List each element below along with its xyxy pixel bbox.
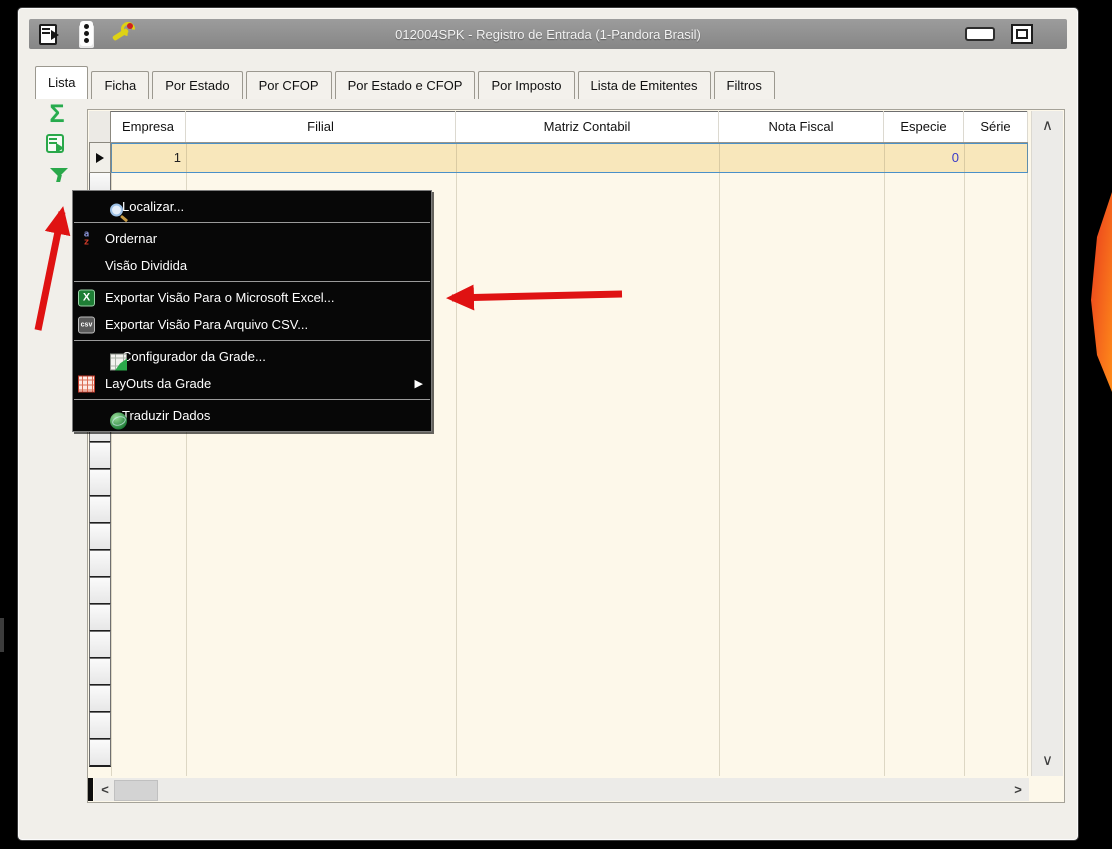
row-selector-cell[interactable] <box>89 577 111 605</box>
column-header-nota-fiscal[interactable]: Nota Fiscal <box>719 111 884 142</box>
menu-item-ordernar[interactable]: a z Ordernar <box>73 225 431 252</box>
gridline <box>456 143 457 776</box>
horizontal-scrollbar[interactable]: < > <box>94 778 1029 801</box>
minimize-button[interactable] <box>965 27 995 41</box>
sigma-icon[interactable]: Σ <box>35 101 79 127</box>
traffic-light-icon[interactable] <box>71 20 101 48</box>
window-controls <box>965 19 1033 49</box>
column-header-empresa[interactable]: Empresa <box>111 111 186 142</box>
tab-ficha[interactable]: Ficha <box>91 71 150 99</box>
menu-item-label: Exportar Visão Para o Microsoft Excel... <box>105 290 335 305</box>
column-header-matriz-contabil[interactable]: Matriz Contabil <box>456 111 719 142</box>
screen: { "titlebar": { "title": "012004SPK - Re… <box>0 0 1112 849</box>
table-row[interactable]: 1 0 <box>111 143 1028 173</box>
wrench-icon[interactable] <box>107 19 138 48</box>
tab-lista-de-emitentes[interactable]: Lista de Emitentes <box>577 71 711 99</box>
scrollbar-thumb[interactable] <box>114 780 158 801</box>
vertical-scrollbar[interactable]: ∧ ∨ <box>1031 111 1063 776</box>
filter-icon[interactable] <box>49 167 71 185</box>
menu-item-label: LayOuts da Grade <box>105 376 212 391</box>
csv-icon: csv <box>78 316 95 333</box>
tab-por-cfop[interactable]: Por CFOP <box>245 71 332 99</box>
menu-separator <box>74 222 430 223</box>
column-header-serie[interactable]: Série <box>964 111 1028 142</box>
tab-por-estado-e-cfop[interactable]: Por Estado e CFOP <box>334 71 476 99</box>
magnifier-icon <box>110 203 129 222</box>
column-header-especie[interactable]: Especie <box>884 111 964 142</box>
tab-por-estado[interactable]: Por Estado <box>152 71 243 99</box>
scroll-up-icon[interactable]: ∧ <box>1032 113 1063 139</box>
menu-item-configurador-grade[interactable]: Configurador da Grade... <box>73 343 431 370</box>
menu-item-label: Exportar Visão Para Arquivo CSV... <box>105 317 309 332</box>
sort-az-icon: a z <box>78 230 95 247</box>
row-selector-cell[interactable] <box>89 712 111 740</box>
titlebar-icons <box>29 19 138 48</box>
row-selector-cell[interactable] <box>89 658 111 686</box>
row-selector-cell[interactable] <box>89 739 111 767</box>
cell-empresa: 1 <box>173 150 181 165</box>
menu-item-exportar-csv[interactable]: csv Exportar Visão Para Arquivo CSV... <box>73 311 431 338</box>
menu-item-visao-dividida[interactable]: Visão Dividida <box>73 252 431 279</box>
scroll-left-icon[interactable]: < <box>96 778 114 801</box>
menu-item-localizar[interactable]: Localizar... <box>73 193 431 222</box>
restore-button[interactable] <box>1011 24 1033 44</box>
row-selector-cell[interactable] <box>89 604 111 632</box>
row-selector-cell[interactable] <box>89 469 111 497</box>
menu-separator <box>74 281 430 282</box>
window-title: 012004SPK - Registro de Entrada (1-Pando… <box>395 26 701 42</box>
globe-icon <box>110 412 127 429</box>
exit-icon[interactable] <box>35 20 65 48</box>
menu-item-label: Configurador da Grade... <box>122 349 266 364</box>
sort-letter-z: z <box>83 237 90 248</box>
row-selector-cell[interactable] <box>89 550 111 578</box>
titlebar: 012004SPK - Registro de Entrada (1-Pando… <box>29 19 1067 49</box>
cell-especie: 0 <box>951 150 959 165</box>
grid-corner-cell <box>89 111 111 143</box>
gridline <box>1027 143 1028 776</box>
export-view-icon[interactable] <box>44 133 70 159</box>
gridline <box>964 143 965 776</box>
tab-por-imposto[interactable]: Por Imposto <box>478 71 575 99</box>
side-toolbar: Σ <box>35 101 79 185</box>
menu-item-layouts-grade[interactable]: LayOuts da Grade ▶ <box>73 370 431 397</box>
submenu-arrow-icon: ▶ <box>414 378 423 390</box>
menu-item-label: Ordernar <box>105 231 158 246</box>
edge-artifact <box>0 618 4 652</box>
row-selector-cell[interactable] <box>89 442 111 470</box>
column-header-filial[interactable]: Filial <box>186 111 456 142</box>
scroll-down-icon[interactable]: ∨ <box>1032 748 1063 774</box>
row-selector-cell[interactable] <box>89 631 111 659</box>
gridline <box>884 143 885 776</box>
row-selector-cell[interactable] <box>89 496 111 524</box>
row-selector-cell[interactable] <box>89 685 111 713</box>
gridline <box>719 143 720 776</box>
menu-item-label: Visão Dividida <box>105 258 188 273</box>
tab-lista[interactable]: Lista <box>35 66 89 99</box>
row-selector-current[interactable] <box>89 143 111 173</box>
menu-separator <box>74 340 430 341</box>
menu-item-exportar-excel[interactable]: X Exportar Visão Para o Microsoft Excel.… <box>73 284 431 311</box>
row-selector-cell[interactable] <box>89 523 111 551</box>
menu-separator <box>74 399 430 400</box>
menu-item-traduzir-dados[interactable]: Traduzir Dados <box>73 402 431 429</box>
current-row-marker-icon <box>95 152 109 163</box>
scroll-right-icon[interactable]: > <box>1009 778 1027 801</box>
table-layouts-icon <box>78 375 95 392</box>
hscroll-end-mark <box>88 778 93 801</box>
grid-config-icon <box>110 353 127 370</box>
tab-strip: Lista Ficha Por Estado Por CFOP Por Esta… <box>35 59 778 99</box>
menu-item-label: Localizar... <box>122 199 185 214</box>
excel-icon: X <box>78 289 95 306</box>
tab-filtros[interactable]: Filtros <box>713 71 775 99</box>
menu-item-label: Traduzir Dados <box>122 408 211 423</box>
context-menu: Localizar... a z Ordernar Visão Dividida… <box>72 190 432 432</box>
